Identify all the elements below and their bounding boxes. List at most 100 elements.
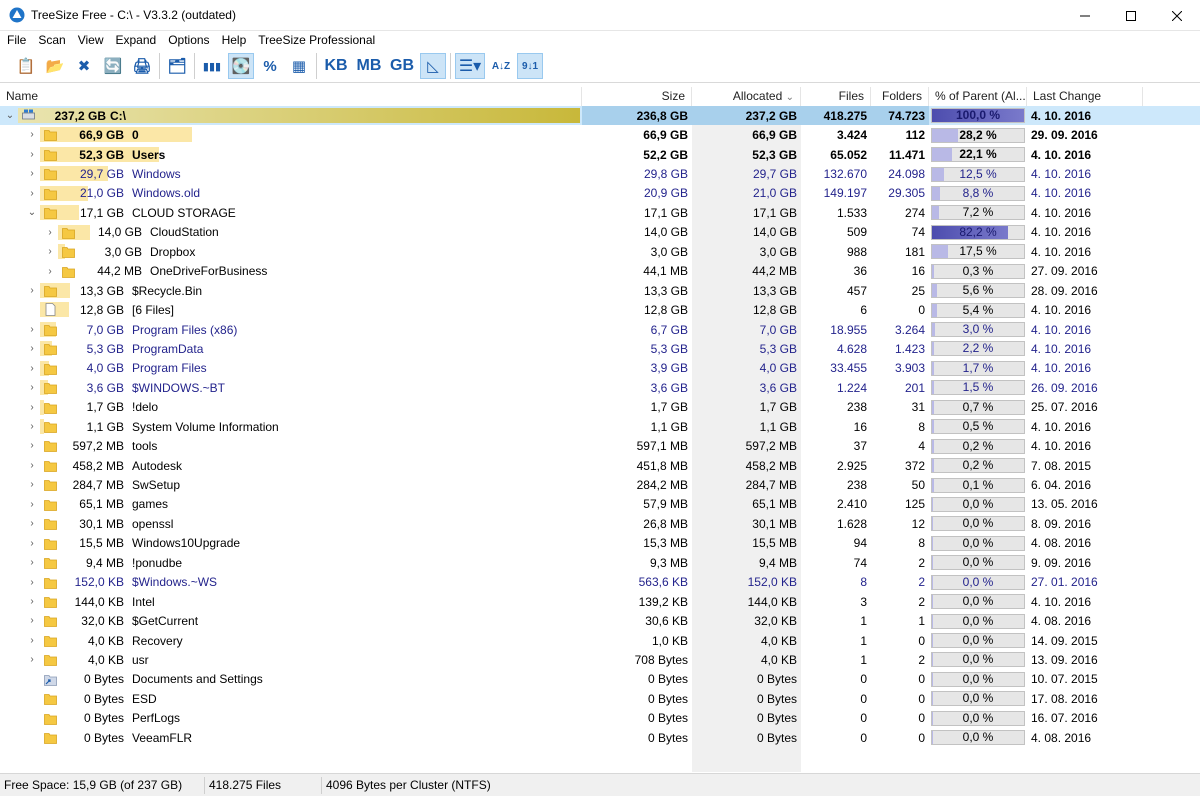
tree-row[interactable]: › 4,0 GB Program Files 3,9 GB 4,0 GB 33.455 3.… [0,359,1200,378]
tree-row[interactable]: › 3,0 GB Dropbox 3,0 GB 3,0 GB 988 181 17,5 % 4.… [0,242,1200,261]
expand-chevron-icon[interactable]: › [26,184,38,203]
date-cell: 25. 07. 2016 [1031,400,1098,415]
tree-row[interactable]: › 15,5 MB Windows10Upgrade 15,3 MB 15,5 MB 94… [0,534,1200,553]
tree-row[interactable]: › 458,2 MB Autodesk 451,8 MB 458,2 MB 2.925 37… [0,456,1200,475]
expand-chevron-icon[interactable]: › [26,378,38,397]
tree-row[interactable]: 0 Bytes Documents and Settings 0 Bytes 0 By… [0,670,1200,689]
expand-chevron-icon[interactable]: › [26,573,38,592]
menu-expand[interactable]: Expand [110,31,163,50]
drive-icon[interactable]: 💽 [228,53,254,79]
tree-row[interactable]: 0 Bytes ESD 0 Bytes 0 Bytes 0 0 0,0 % 17. 08. 2… [0,689,1200,708]
tree-row[interactable]: 0 Bytes VeeamFLR 0 Bytes 0 Bytes 0 0 0,0 % 4. 0… [0,728,1200,747]
tree-row[interactable]: › 52,3 GB Users 52,2 GB 52,3 GB 65.052 11.471 2… [0,145,1200,164]
sort-alpha-icon[interactable]: A↓Z [488,53,514,79]
tree-row[interactable]: ⌄ 237,2 GB C:\ 236,8 GB 237,2 GB 418.275 74.72… [0,106,1200,126]
menu-treesize-professional[interactable]: TreeSize Professional [252,31,381,50]
menu-scan[interactable]: Scan [32,31,71,50]
explorer-icon[interactable]: 🗂 [164,53,190,79]
header-files[interactable]: Files [801,87,871,106]
expand-chevron-icon[interactable]: › [26,320,38,339]
expand-chevron-icon[interactable]: › [26,164,38,183]
print-icon[interactable]: 🖨 [129,53,155,79]
tree-row[interactable]: › 3,6 GB $WINDOWS.~BT 3,6 GB 3,6 GB 1.224 201 1… [0,378,1200,397]
tree-row[interactable]: 0 Bytes PerfLogs 0 Bytes 0 Bytes 0 0 0,0 % 16. … [0,709,1200,728]
select-directory-icon[interactable]: 📂 [42,53,68,79]
tree-row[interactable]: › 21,0 GB Windows.old 20,9 GB 21,0 GB 149.197… [0,184,1200,203]
expand-chevron-icon[interactable]: › [44,223,56,242]
expand-chevron-icon[interactable]: › [26,125,38,144]
expand-chevron-icon[interactable]: › [26,475,38,494]
header-last-change[interactable]: Last Change [1027,87,1143,106]
expand-chevron-icon[interactable]: › [26,417,38,436]
expand-chevron-icon[interactable]: › [26,650,38,669]
expand-chevron-icon[interactable]: › [26,339,38,358]
expand-chevron-icon[interactable]: › [26,592,38,611]
details-view-icon[interactable]: ☰▾ [455,53,485,79]
auto-unit-icon[interactable]: ◺ [420,53,446,79]
close-icon[interactable]: ✖ [71,53,97,79]
tree-row[interactable]: › 13,3 GB $Recycle.Bin 13,3 GB 13,3 GB 457 25 5… [0,281,1200,300]
expand-chevron-icon[interactable]: › [26,631,38,650]
tree-row[interactable]: › 32,0 KB $GetCurrent 30,6 KB 32,0 KB 1 1 0,0 %… [0,611,1200,630]
close-window-button[interactable] [1154,0,1200,31]
tree-row[interactable]: › 30,1 MB openssl 26,8 MB 30,1 MB 1.628 12 0,0 … [0,514,1200,533]
sort-size-icon[interactable]: 9↓1 [517,53,543,79]
expand-chevron-icon[interactable]: › [26,514,38,533]
menu-help[interactable]: Help [216,31,253,50]
header-size[interactable]: Size [582,87,692,106]
tree-row[interactable]: › 4,0 KB usr 708 Bytes 4,0 KB 1 2 0,0 % 13. 09. … [0,650,1200,669]
header-allocated[interactable]: Allocated ⌄ [692,87,801,106]
collapse-chevron-icon[interactable]: ⌄ [26,203,38,222]
kb-unit[interactable]: KB [321,53,351,79]
bars-icon[interactable]: ▮▮▮ [199,53,225,79]
report-icon[interactable]: 📋 [13,53,39,79]
expand-chevron-icon[interactable]: › [26,145,38,164]
expand-chevron-icon[interactable]: › [44,262,56,281]
tree-row[interactable]: › 4,0 KB Recovery 1,0 KB 4,0 KB 1 0 0,0 % 14. 09… [0,631,1200,650]
tree-row[interactable]: › 1,7 GB !delo 1,7 GB 1,7 GB 238 31 0,7 % 25. 07… [0,398,1200,417]
expand-chevron-icon[interactable]: › [26,553,38,572]
tree-row[interactable]: › 5,3 GB ProgramData 5,3 GB 5,3 GB 4.628 1.423… [0,339,1200,358]
tree-row[interactable]: › 66,9 GB 0 66,9 GB 66,9 GB 3.424 112 28,2 % 29.… [0,125,1200,144]
size-cell: 451,8 MB [636,458,688,473]
tree-row[interactable]: › 597,2 MB tools 597,1 MB 597,2 MB 37 4 0,2 % 4.… [0,436,1200,455]
menu-view[interactable]: View [72,31,110,50]
tree-row[interactable]: › 9,4 MB !ponudbe 9,3 MB 9,4 MB 74 2 0,0 % 9. 09… [0,553,1200,572]
tree-row[interactable]: 12,8 GB [6 Files] 12,8 GB 12,8 GB 6 0 5,4 % 4. … [0,300,1200,319]
tree-row[interactable]: › 44,2 MB OneDriveForBusiness 44,1 MB 44,2 M… [0,262,1200,281]
tree-row[interactable]: › 29,7 GB Windows 29,8 GB 29,7 GB 132.670 24.0… [0,164,1200,183]
header-folders[interactable]: Folders [871,87,929,106]
tree-row[interactable]: › 284,7 MB SwSetup 284,2 MB 284,7 MB 238 50 0,1… [0,475,1200,494]
expand-chevron-icon[interactable]: › [44,242,56,261]
date-cell: 4. 10. 2016 [1031,244,1092,259]
gb-unit[interactable]: GB [387,53,417,79]
size-cell: 14,0 GB [643,225,688,240]
maximize-button[interactable] [1108,0,1154,31]
tree-row[interactable]: › 1,1 GB System Volume Information 1,1 GB 1,… [0,417,1200,436]
allocated-cell: 3,6 GB [759,380,797,395]
expand-chevron-icon[interactable]: › [26,436,38,455]
tree-row[interactable]: › 14,0 GB CloudStation 14,0 GB 14,0 GB 509 74 8… [0,223,1200,242]
tree-row[interactable]: › 7,0 GB Program Files (x86) 6,7 GB 7,0 GB 18… [0,320,1200,339]
expand-chevron-icon[interactable]: › [26,398,38,417]
expand-chevron-icon[interactable]: › [26,495,38,514]
expand-chevron-icon[interactable]: › [26,456,38,475]
percent-icon[interactable]: % [257,53,283,79]
tree-row[interactable]: › 152,0 KB $Windows.~WS 563,6 KB 152,0 KB 8 2 0… [0,573,1200,592]
tree-row[interactable]: › 65,1 MB games 57,9 MB 65,1 MB 2.410 125 0,0 %… [0,495,1200,514]
expand-chevron-icon[interactable]: › [26,534,38,553]
refresh-icon[interactable]: 🔄 [100,53,126,79]
header-name[interactable]: Name [0,87,582,106]
file-count-icon[interactable]: ▦ [286,53,312,79]
expand-chevron-icon[interactable]: › [26,611,38,630]
tree-row[interactable]: ⌄ 17,1 GB CLOUD STORAGE 17,1 GB 17,1 GB 1.533… [0,203,1200,222]
collapse-chevron-icon[interactable]: ⌄ [4,106,16,125]
expand-chevron-icon[interactable]: › [26,281,38,300]
minimize-button[interactable] [1062,0,1108,31]
mb-unit[interactable]: MB [354,53,384,79]
expand-chevron-icon[interactable]: › [26,359,38,378]
menu-file[interactable]: File [0,31,32,50]
header-pct-parent[interactable]: % of Parent (Al... [929,87,1027,106]
tree-row[interactable]: › 144,0 KB Intel 139,2 KB 144,0 KB 3 2 0,0 % 4. … [0,592,1200,611]
menu-options[interactable]: Options [162,31,215,50]
